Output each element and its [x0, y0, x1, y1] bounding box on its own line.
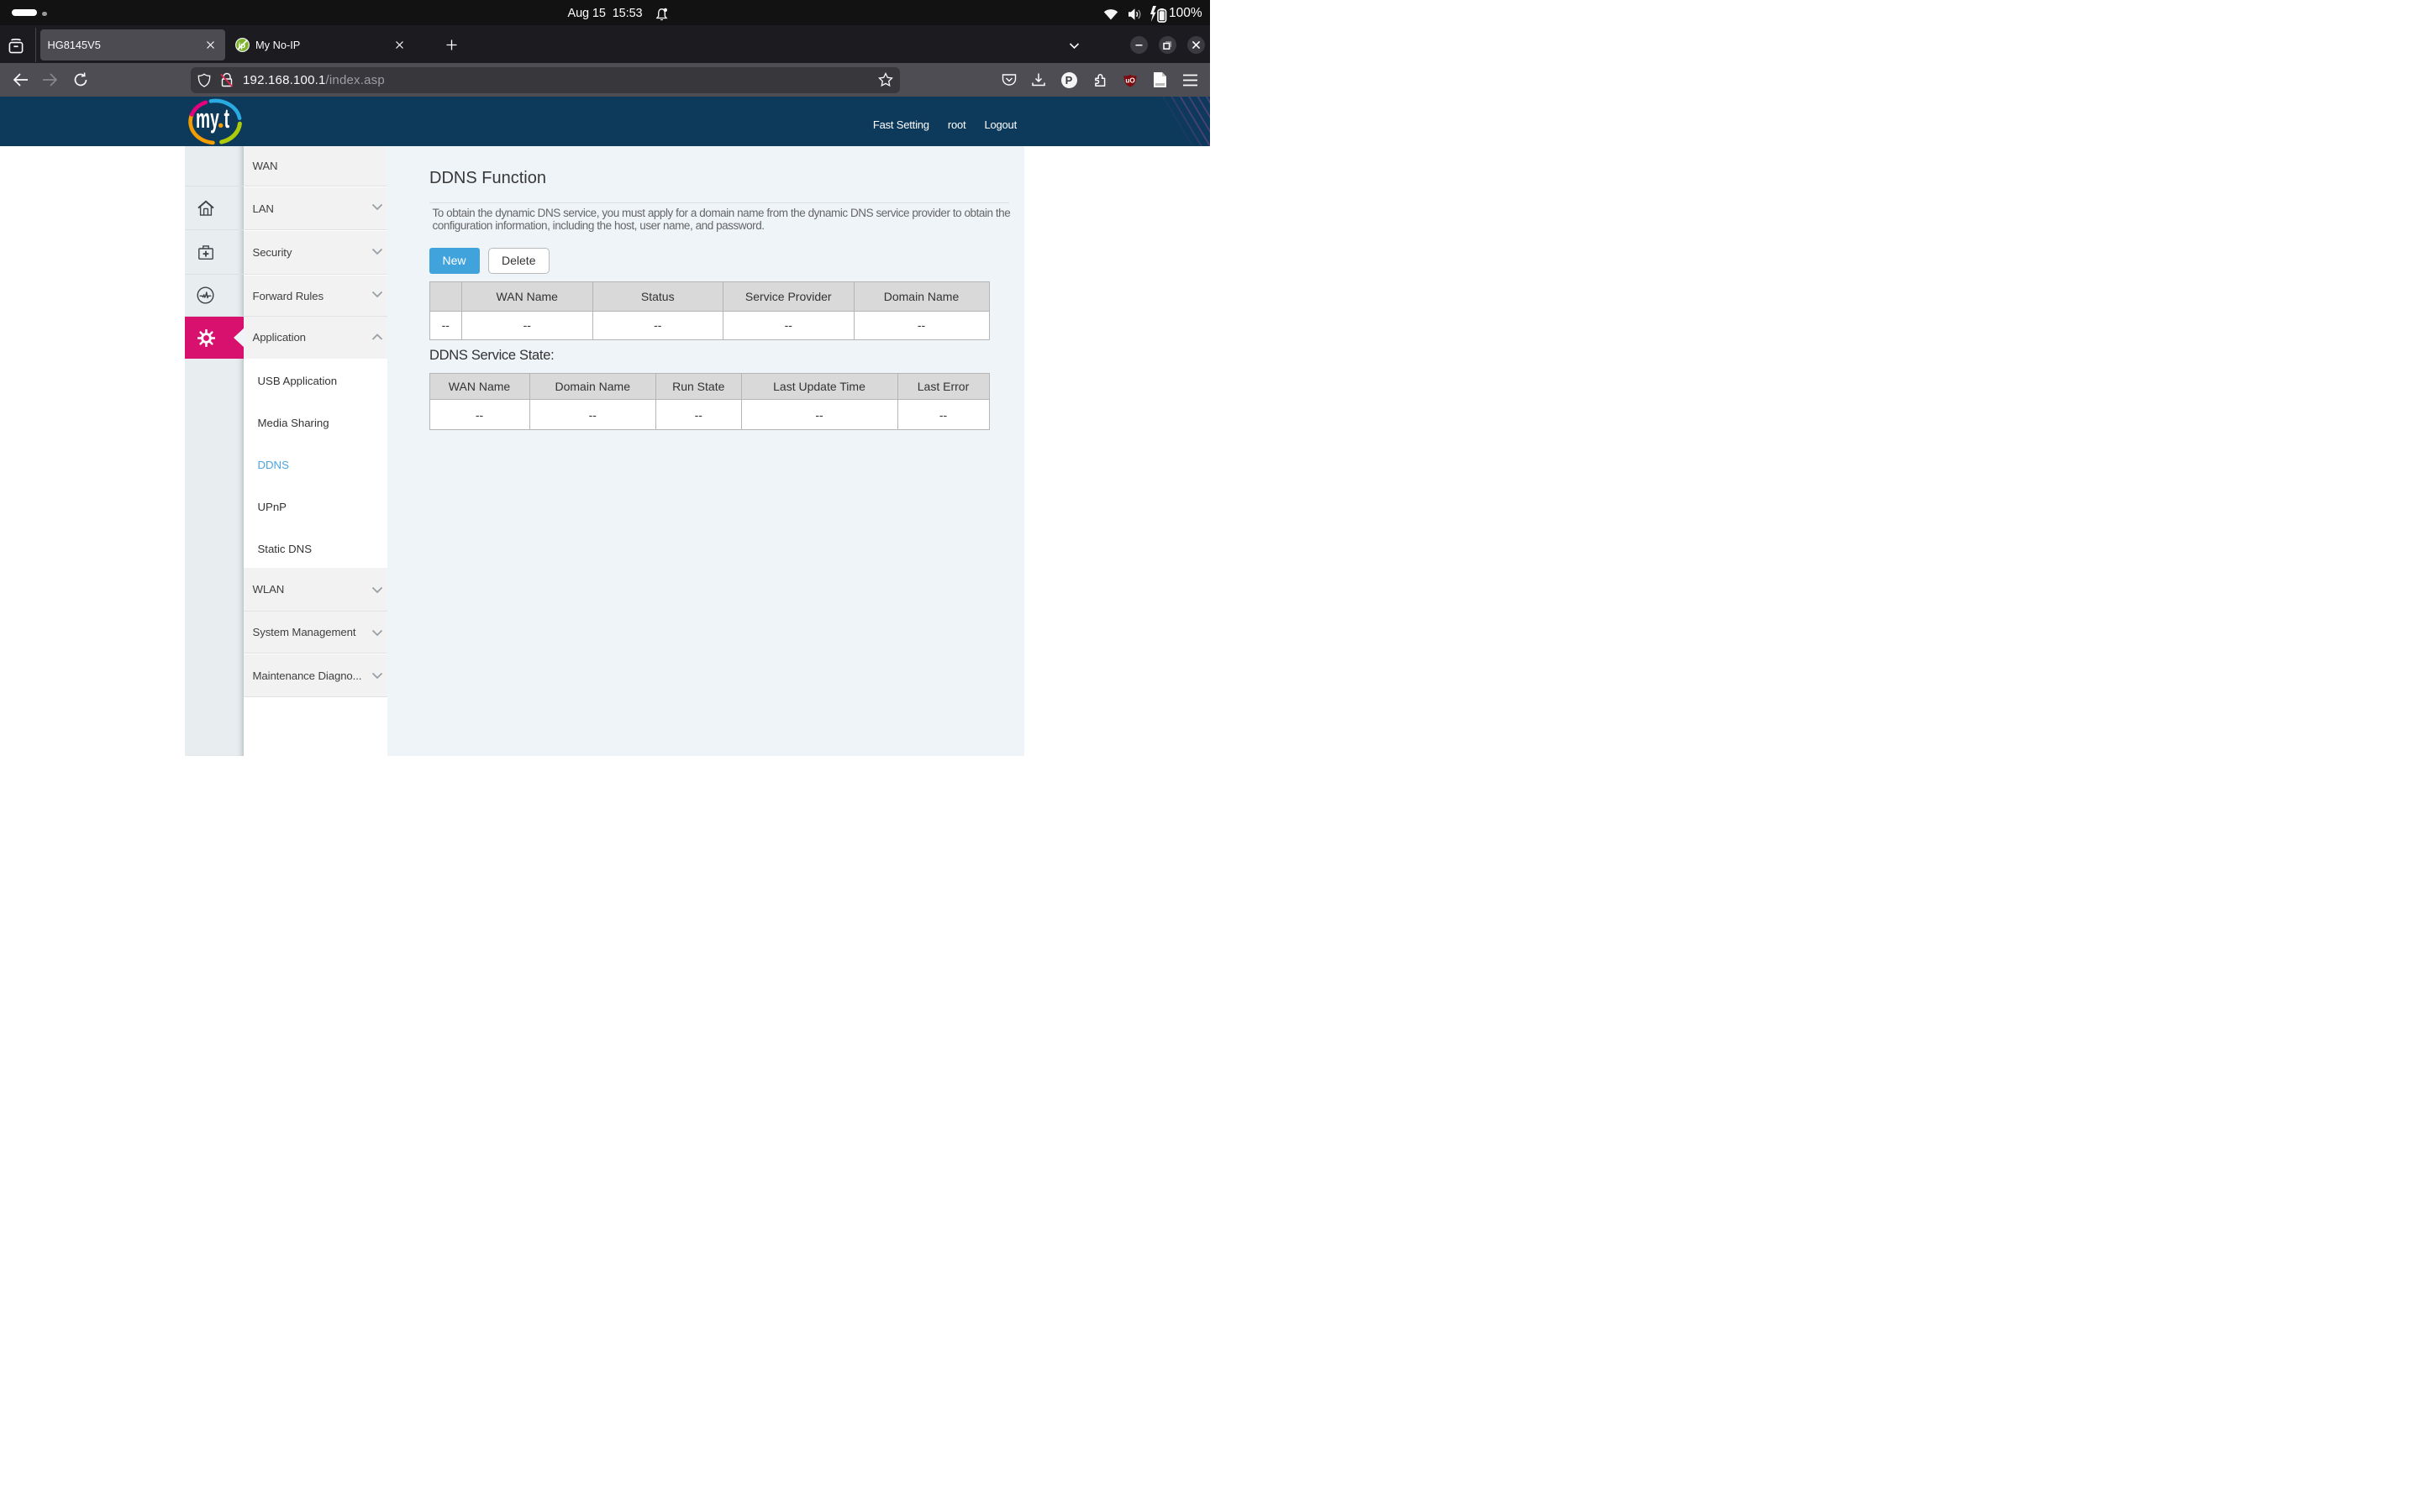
svg-text:my: my	[196, 103, 219, 134]
svg-text:t: t	[224, 103, 230, 134]
svg-text:uO: uO	[1125, 76, 1135, 84]
